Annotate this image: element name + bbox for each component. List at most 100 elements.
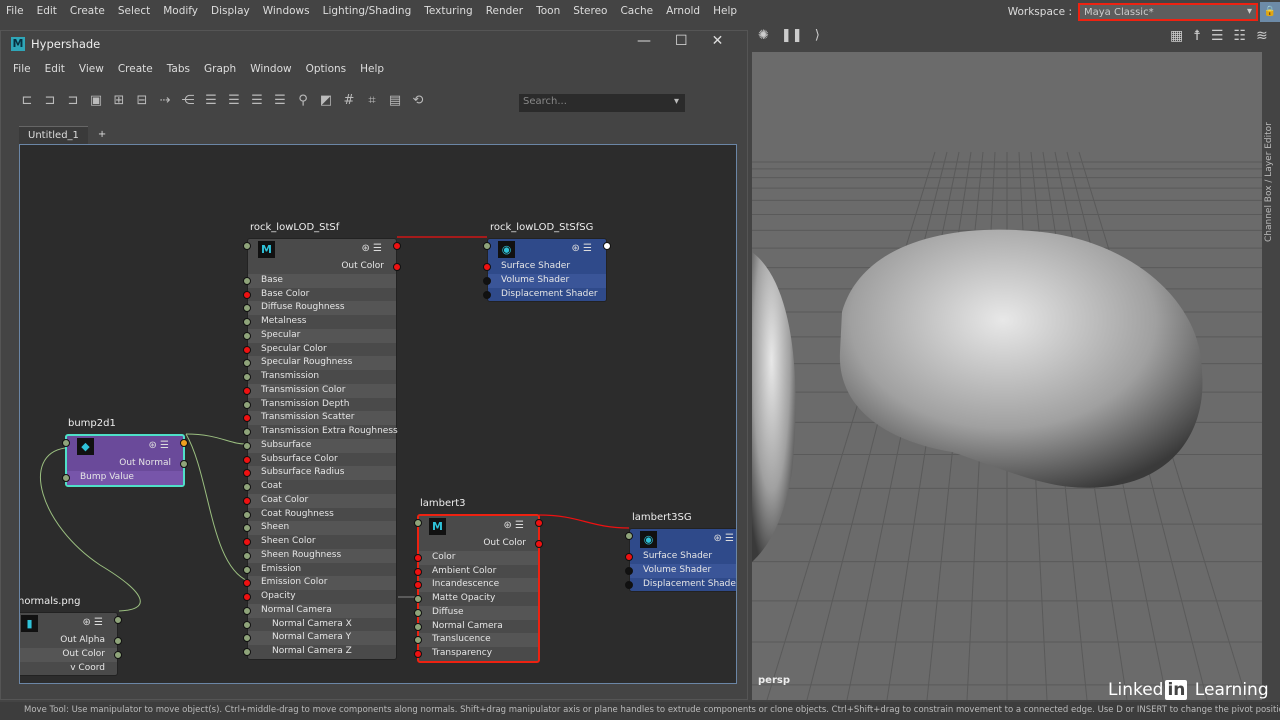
graph-output-icon[interactable]: ⊐ bbox=[65, 93, 81, 109]
menu-lighting-shading[interactable]: Lighting/Shading bbox=[323, 5, 412, 17]
tab-untitled-1[interactable]: Untitled_1 bbox=[19, 126, 88, 144]
attr-row[interactable]: Displacement Shader bbox=[483, 288, 606, 302]
swatch-toggle-icon[interactable]: ⊛ ☰ bbox=[503, 520, 524, 531]
hs-menu-help[interactable]: Help bbox=[360, 63, 384, 75]
attr-row[interactable]: Opacity bbox=[243, 590, 396, 604]
swatch-icon[interactable]: ◩ bbox=[318, 93, 334, 109]
plug[interactable] bbox=[603, 242, 611, 250]
attr-row[interactable]: Coat Color bbox=[243, 493, 396, 508]
remove-selected-icon[interactable]: ⊟ bbox=[134, 93, 150, 109]
plug[interactable] bbox=[414, 581, 422, 590]
attr-row[interactable]: Specular Roughness bbox=[243, 356, 396, 370]
network-icon[interactable]: ⋲ bbox=[180, 93, 196, 109]
plug[interactable] bbox=[243, 593, 251, 601]
plug[interactable] bbox=[625, 532, 633, 540]
plug[interactable] bbox=[243, 524, 251, 533]
swatch-toggle-icon[interactable]: ⊛ ☰ bbox=[571, 243, 592, 254]
node-header[interactable]: M ⊛ ☰ bbox=[243, 239, 401, 260]
plug[interactable] bbox=[243, 386, 251, 395]
node-header[interactable]: M ⊛ ☰ bbox=[414, 516, 543, 537]
add-tab-button[interactable]: + bbox=[90, 126, 114, 144]
plug[interactable] bbox=[243, 455, 251, 464]
node-lambert[interactable]: M ⊛ ☰ Out Color Color Ambient Color Incandesc… bbox=[414, 514, 543, 663]
reload-icon[interactable]: ⟲ bbox=[410, 93, 426, 109]
plug[interactable] bbox=[243, 400, 251, 409]
node-shader_sg[interactable]: ◉ ⊛ ☰ Surface Shader Volume Shader Displacem… bbox=[483, 238, 611, 303]
plug[interactable] bbox=[243, 441, 251, 450]
node-header[interactable]: ◉ ⊛ ☰ bbox=[483, 239, 611, 260]
attr-row[interactable]: Surface Shader bbox=[483, 260, 606, 274]
plug[interactable] bbox=[483, 242, 491, 250]
viewport-persp[interactable] bbox=[752, 52, 1262, 700]
menu-create[interactable]: Create bbox=[70, 5, 105, 17]
plug[interactable] bbox=[243, 242, 251, 250]
node-graph[interactable]: rock_lowLOD_StSf M ⊛ ☰ Out Color Base Base Co… bbox=[19, 144, 737, 684]
menu-toon[interactable]: Toon bbox=[536, 5, 560, 17]
plug[interactable] bbox=[483, 263, 491, 271]
minimize-button[interactable]: — bbox=[637, 33, 651, 49]
attr-row[interactable]: Normal Camera bbox=[414, 620, 538, 634]
attr-row[interactable]: Out Color bbox=[20, 647, 122, 662]
plug[interactable] bbox=[243, 331, 251, 340]
menu-texturing[interactable]: Texturing bbox=[424, 5, 472, 17]
channel-box-tab[interactable]: Channel Box / Layer Editor bbox=[1262, 52, 1280, 700]
plug[interactable] bbox=[243, 565, 251, 574]
plug[interactable] bbox=[625, 580, 633, 589]
plug[interactable] bbox=[243, 496, 251, 505]
plug[interactable] bbox=[243, 345, 251, 354]
plug[interactable] bbox=[625, 566, 633, 575]
attr-row[interactable]: Out Alpha bbox=[20, 634, 122, 648]
menu-windows[interactable]: Windows bbox=[263, 5, 310, 17]
hs-menu-graph[interactable]: Graph bbox=[204, 63, 236, 75]
plug[interactable] bbox=[243, 359, 251, 368]
attribute-editor-icon[interactable]: ☰ bbox=[1211, 28, 1224, 44]
plug[interactable] bbox=[243, 483, 251, 491]
search-icon[interactable]: ⚲ bbox=[295, 93, 311, 109]
plug[interactable] bbox=[243, 318, 251, 326]
plug[interactable] bbox=[393, 242, 401, 250]
snap-grid-icon[interactable]: ⌗ bbox=[364, 93, 380, 109]
full-view-icon[interactable]: ☰ bbox=[249, 93, 265, 109]
attr-row[interactable]: Emission Color bbox=[243, 576, 396, 590]
plug[interactable] bbox=[243, 276, 251, 285]
menu-edit[interactable]: Edit bbox=[37, 5, 57, 17]
plug[interactable] bbox=[243, 620, 251, 629]
close-button[interactable]: ✕ bbox=[712, 33, 724, 49]
plug[interactable] bbox=[62, 439, 70, 447]
plug[interactable] bbox=[414, 519, 422, 527]
attr-row[interactable]: Ambient Color bbox=[414, 565, 538, 579]
plug[interactable] bbox=[414, 567, 422, 576]
plug[interactable] bbox=[535, 540, 543, 548]
maximize-button[interactable]: ☐ bbox=[675, 33, 688, 49]
swatch-toggle-icon[interactable]: ⊛ ☰ bbox=[713, 533, 734, 544]
step-icon[interactable]: ⟩ bbox=[815, 28, 820, 43]
attr-row[interactable]: Subsurface Color bbox=[243, 453, 396, 467]
add-selected-icon[interactable]: ⊞ bbox=[111, 93, 127, 109]
plug[interactable] bbox=[243, 373, 251, 381]
plug[interactable] bbox=[243, 551, 251, 560]
attr-row[interactable]: Specular Color bbox=[243, 343, 396, 357]
hs-menu-window[interactable]: Window bbox=[250, 63, 291, 75]
attr-row[interactable]: Transmission Color bbox=[243, 383, 396, 398]
plug[interactable] bbox=[414, 608, 422, 617]
hs-menu-view[interactable]: View bbox=[79, 63, 104, 75]
node-header[interactable]: ◉ ⊛ ☰ bbox=[625, 529, 736, 550]
attr-row[interactable]: Sheen bbox=[243, 521, 396, 535]
plug[interactable] bbox=[243, 414, 251, 423]
swatch-toggle-icon[interactable]: ⊛ ☰ bbox=[82, 617, 103, 628]
attr-row[interactable]: Sheen Color bbox=[243, 535, 396, 549]
plug[interactable] bbox=[625, 553, 633, 561]
frame-selected-icon[interactable]: ▣ bbox=[88, 93, 104, 109]
plug[interactable] bbox=[114, 650, 122, 659]
plug[interactable] bbox=[243, 469, 251, 478]
plug[interactable] bbox=[243, 538, 251, 546]
plug[interactable] bbox=[535, 519, 543, 527]
hs-menu-edit[interactable]: Edit bbox=[45, 63, 65, 75]
swatch-toggle-icon[interactable]: ⊛ ☰ bbox=[148, 440, 169, 451]
connected-view-icon[interactable]: ☰ bbox=[226, 93, 242, 109]
attr-row[interactable]: Normal Camera X bbox=[243, 618, 396, 632]
menu-arnold[interactable]: Arnold bbox=[666, 5, 700, 17]
output-attr[interactable]: Out Color bbox=[419, 537, 543, 551]
plug[interactable] bbox=[414, 553, 422, 562]
grid-icon[interactable]: # bbox=[341, 93, 357, 109]
